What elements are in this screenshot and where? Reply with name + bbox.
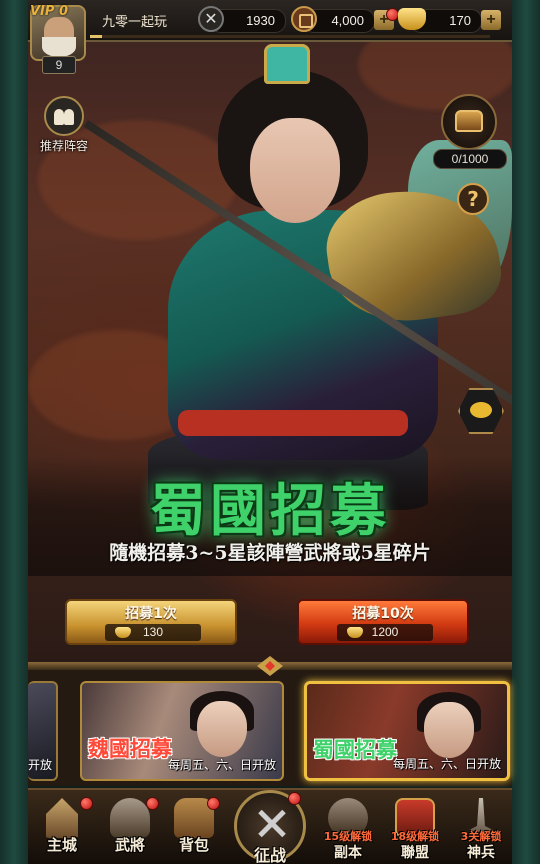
faction-card-shu[interactable]: 蜀國招募 每周五、六、日开放 — [304, 681, 510, 781]
recruit-ten-cost-value: 1200 — [371, 625, 399, 639]
gold-value: 170 — [449, 13, 471, 28]
exp-bar — [90, 35, 490, 38]
chest-icon — [455, 110, 483, 132]
crossed-swords-icon: ✕ — [198, 6, 224, 32]
nav-label-bag: 背包 — [178, 836, 209, 854]
chest-progress: 0/1000 — [433, 149, 507, 169]
notification-dot — [146, 797, 159, 810]
treasure-chest-button[interactable] — [441, 94, 497, 150]
nav-label-battle: 征战 — [253, 846, 286, 864]
notification-dot — [207, 797, 220, 810]
faction-card-partial[interactable]: 开放 — [28, 681, 58, 781]
general-icon — [110, 798, 150, 838]
copper-coin-icon — [291, 6, 317, 32]
help-button[interactable]: ? — [457, 183, 489, 215]
faction-card-wei-title: 魏國招募 — [88, 736, 172, 761]
faction-card-partial-text: 开放 — [28, 758, 53, 772]
recruit-once-cost: 130 — [105, 624, 201, 641]
nav-label-generals: 武將 — [114, 836, 145, 854]
recruit-ten-label: 招募10次 — [352, 606, 414, 622]
recruit-once-button[interactable]: 招募1次 130 — [65, 599, 237, 645]
notification-dot — [80, 797, 93, 810]
city-icon — [46, 798, 78, 838]
nav-label-city: 主城 — [46, 836, 77, 854]
add-gold-button[interactable]: + — [481, 10, 501, 30]
people-icon — [54, 109, 64, 125]
military-value: 1930 — [246, 13, 275, 28]
recruit-once-label: 招募1次 — [125, 606, 177, 622]
recommend-lineup-label: 推荐阵容 — [40, 139, 89, 153]
recruit-title: 蜀國招募 — [150, 478, 390, 544]
exp-fill — [90, 35, 102, 38]
recruit-ten-cost: 1200 — [337, 624, 433, 641]
recommend-lineup-button[interactable] — [44, 96, 84, 136]
faction-card-wei-schedule: 每周五、六、日开放 — [167, 758, 276, 772]
recruit-ten-button[interactable]: 招募10次 1200 — [297, 599, 469, 645]
nav-label-alliance: 聯盟 — [401, 845, 429, 861]
notification-dot — [288, 792, 301, 805]
vip-badge: VIP 0 — [30, 4, 68, 19]
gold-ingot-icon — [115, 627, 131, 638]
gold-ingot-icon — [347, 627, 363, 638]
chat-bubble-icon — [470, 402, 492, 418]
nav-label-dungeon: 副本 — [334, 845, 362, 861]
nav-label-divine-weapon: 神兵 — [467, 845, 495, 861]
player-name: 九零一起玩 — [102, 15, 168, 30]
nav-item-divine-weapon[interactable]: 3关解锁 神兵 — [451, 794, 511, 864]
recruit-once-cost-value: 130 — [142, 625, 164, 639]
player-level: 9 — [42, 56, 76, 74]
copper-value: 4,000 — [331, 13, 364, 28]
recruit-subtitle: 隨機招募3~5星該陣營武將或5星碎片 — [109, 542, 431, 564]
nav-item-alliance[interactable]: 18级解锁 聯盟 — [385, 794, 445, 864]
gold-ingot-icon — [398, 8, 426, 30]
faction-card-shu-title: 蜀國招募 — [313, 737, 397, 762]
recruit-screen: VIP 0 9 九零一起玩 1930 ✕ 4,000 + 170 + 推荐阵容 … — [0, 0, 540, 864]
faction-card-wei[interactable]: 魏國招募 每周五、六、日开放 — [80, 681, 284, 781]
faction-card-shu-schedule: 每周五、六、日开放 — [392, 757, 501, 771]
nav-item-dungeon[interactable]: 15级解锁 副本 — [318, 794, 378, 864]
